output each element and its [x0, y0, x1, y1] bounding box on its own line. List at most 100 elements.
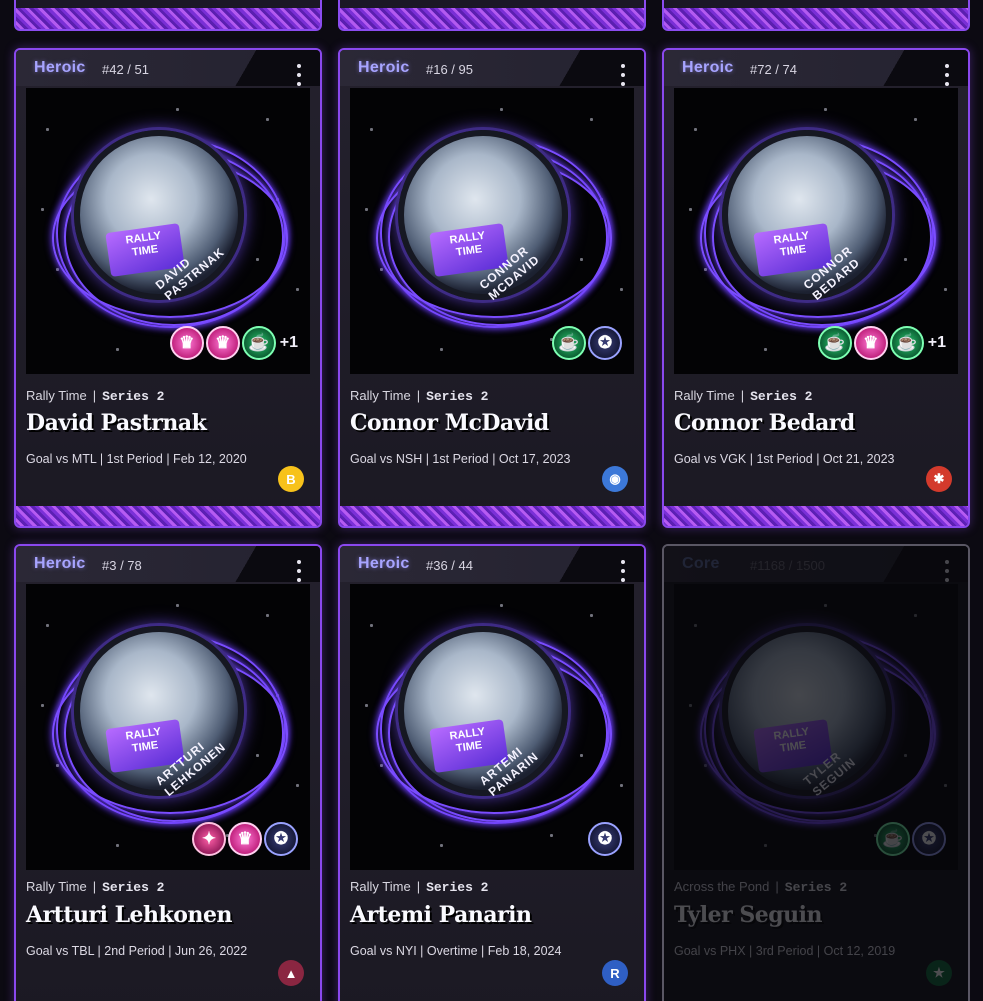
badge-pink-icon[interactable]: ♛ [228, 822, 262, 856]
moment-card[interactable]: Heroic #72 / 74 RALLY TIME CONNOR BEDARD ☕ ♛ ☕ +… [662, 48, 970, 528]
badge-row: ☕✪ [552, 326, 622, 360]
ice-speck [176, 108, 179, 111]
puck-graphic: RALLY TIME DAVID PASTRNAK [52, 118, 288, 328]
serial-number: #72 / 74 [750, 62, 797, 77]
tier-label: Heroic [682, 59, 734, 76]
more-options-icon[interactable] [292, 64, 306, 86]
set-series-line: Rally Time | Series 2 [674, 388, 813, 404]
more-options-icon[interactable] [292, 560, 306, 582]
series-name: Series 2 [426, 389, 489, 404]
badge-green-icon[interactable]: ☕ [241, 326, 276, 360]
badge-blue-icon[interactable]: ✪ [588, 326, 622, 360]
ice-speck [500, 604, 503, 607]
moment-card[interactable]: Heroic #42 / 51 RALLY TIME DAVID PASTRNAK ♛ ♛ ☕… [14, 48, 322, 528]
card-bottom-band [664, 506, 968, 526]
ice-speck [116, 348, 119, 351]
badge-blue-icon[interactable]: ✪ [264, 822, 298, 856]
separator: | [92, 388, 97, 403]
serial-number: #16 / 95 [426, 62, 473, 77]
badge-blue-icon[interactable]: ✪ [588, 822, 622, 856]
bruins-logo-icon: B [278, 466, 304, 492]
puck-graphic: RALLY TIME ARTEMI PANARIN [376, 614, 612, 824]
moment-card[interactable]: Core#1168 / 1500RALLYTIMETYLER SEGUIN☕✪A… [662, 544, 970, 1001]
moment-artwork[interactable]: RALLY TIME CONNOR BEDARD ☕ ♛ ☕ +1 [674, 88, 958, 374]
moment-card[interactable]: Heroic #3 / 78 RALLY TIME ARTTURI LEHKONEN ✦ ♛… [14, 544, 322, 1001]
card-bottom-band [340, 506, 644, 526]
ice-speck [365, 208, 368, 211]
extra-badges-count[interactable]: +1 [928, 334, 946, 352]
serial-number: #42 / 51 [102, 62, 149, 77]
moment-artwork[interactable]: RALLY TIME CONNOR MCDAVID ☕ ✪ [350, 88, 634, 374]
serial-number: #3 / 78 [102, 558, 142, 573]
card-top-partial[interactable] [14, 0, 322, 31]
ice-speck [370, 624, 373, 627]
set-series-line: Rally Time | Series 2 [26, 879, 165, 895]
serial-number: #36 / 44 [426, 558, 473, 573]
series-name: Series 2 [426, 880, 489, 895]
badge-pinkstar-icon[interactable]: ✦ [192, 822, 226, 856]
tier-label: Heroic [34, 555, 86, 572]
rangers-logo-icon: R [602, 960, 628, 986]
card-top-partial[interactable] [662, 0, 970, 31]
set-name: Rally Time [350, 388, 411, 403]
play-description: Goal vs NYI | Overtime | Feb 18, 2024 [350, 944, 562, 958]
badge-row: ✦ ♛ ✪ [192, 822, 298, 856]
player-name: Artturi Lehkonen [26, 902, 232, 928]
play-description: Goal vs VGK | 1st Period | Oct 21, 2023 [674, 452, 895, 466]
ice-speck [296, 784, 299, 787]
badge-pink-icon[interactable]: ♛ [853, 326, 888, 360]
set-name: Rally Time [26, 388, 87, 403]
loading-overlay [664, 546, 968, 1001]
badge-row: ♛ ♛ ☕ +1 [169, 326, 298, 360]
moment-artwork[interactable]: RALLY TIME ARTTURI LEHKONEN ✦ ♛ ✪ [26, 584, 310, 870]
blackhawks-logo-icon: ✱ [926, 466, 952, 492]
extra-badges-count[interactable]: +1 [280, 334, 298, 352]
moment-artwork[interactable]: RALLY TIME ARTEMI PANARIN ✪ [350, 584, 634, 870]
more-options-icon[interactable] [616, 64, 630, 86]
avalanche-logo-icon: ▲ [278, 960, 304, 986]
set-series-line: Rally Time | Series 2 [350, 879, 489, 895]
ice-speck [46, 624, 49, 627]
series-name: Series 2 [102, 389, 165, 404]
moment-artwork[interactable]: RALLY TIME DAVID PASTRNAK ♛ ♛ ☕ +1 [26, 88, 310, 374]
play-description: Goal vs NSH | 1st Period | Oct 17, 2023 [350, 452, 571, 466]
moment-card[interactable]: Heroic #36 / 44 RALLY TIME ARTEMI PANARIN ✪ Ra… [338, 544, 646, 1001]
separator: | [416, 879, 421, 894]
ice-speck [176, 604, 179, 607]
more-options-icon[interactable] [616, 560, 630, 582]
puck-graphic: RALLY TIME CONNOR MCDAVID [376, 118, 612, 328]
player-name: David Pastrnak [26, 410, 207, 436]
badge-pink-icon[interactable]: ♛ [205, 326, 240, 360]
badge-green-icon[interactable]: ☕ [889, 326, 924, 360]
puck-graphic: RALLY TIME CONNOR BEDARD [700, 118, 936, 328]
set-name: Rally Time [350, 879, 411, 894]
ice-speck [440, 348, 443, 351]
badge-row: ✪ [588, 822, 622, 856]
ice-speck [370, 128, 373, 131]
ice-speck [440, 844, 443, 847]
badge-pink-icon[interactable]: ♛ [169, 326, 204, 360]
ice-speck [41, 704, 44, 707]
series-name: Series 2 [750, 389, 813, 404]
ice-speck [365, 704, 368, 707]
more-options-icon[interactable] [940, 64, 954, 86]
collection-page: { "cards": [ { "tier": "Heroic", "serial… [0, 0, 983, 1001]
player-name: Connor Bedard [674, 410, 855, 436]
separator: | [416, 388, 421, 403]
ice-speck [500, 108, 503, 111]
moment-card[interactable]: Heroic #16 / 95 RALLY TIME CONNOR MCDAVID ☕ ✪ R… [338, 48, 646, 528]
ice-speck [620, 784, 623, 787]
badge-row: ☕ ♛ ☕ +1 [817, 326, 946, 360]
badge-green-icon[interactable]: ☕ [817, 326, 852, 360]
badge-green-icon[interactable]: ☕ [552, 326, 586, 360]
set-series-line: Rally Time | Series 2 [350, 388, 489, 404]
play-description: Goal vs MTL | 1st Period | Feb 12, 2020 [26, 452, 247, 466]
set-series-line: Rally Time | Series 2 [26, 388, 165, 404]
set-name: Rally Time [674, 388, 735, 403]
card-top-partial[interactable] [338, 0, 646, 31]
ice-speck [764, 348, 767, 351]
tier-label: Heroic [358, 555, 410, 572]
puck-face: RALLY TIME CONNOR BEDARD [722, 130, 892, 303]
separator: | [92, 879, 97, 894]
ice-speck [296, 288, 299, 291]
